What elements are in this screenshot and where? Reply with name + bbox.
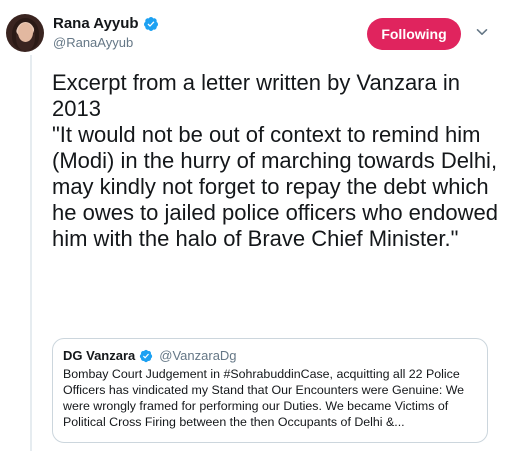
quoted-tweet-header: DG Vanzara @VanzaraDg — [63, 348, 477, 363]
quoted-author-handle: @VanzaraDg — [159, 348, 237, 363]
avatar[interactable] — [6, 14, 44, 52]
tweet-text: Excerpt from a letter written by Vanzara… — [52, 70, 498, 251]
avatar-face — [18, 23, 33, 42]
quoted-author-name: DG Vanzara — [63, 348, 136, 363]
verified-badge-icon — [143, 16, 158, 31]
following-button[interactable]: Following — [367, 18, 461, 50]
quoted-tweet-text: Bombay Court Judgement in #SohrabuddinCa… — [63, 367, 465, 429]
verified-badge-icon — [140, 349, 153, 362]
author-name[interactable]: Rana Ayyub — [53, 15, 139, 32]
thread-line — [30, 55, 32, 451]
quoted-tweet-card[interactable]: DG Vanzara @VanzaraDg Bombay Court Judge… — [52, 338, 488, 443]
tweet-header: Rana Ayyub @RanaAyyub — [53, 15, 159, 50]
author-handle[interactable]: @RanaAyyub — [53, 35, 159, 50]
name-row: Rana Ayyub — [53, 15, 159, 32]
chevron-down-icon[interactable] — [476, 26, 488, 38]
